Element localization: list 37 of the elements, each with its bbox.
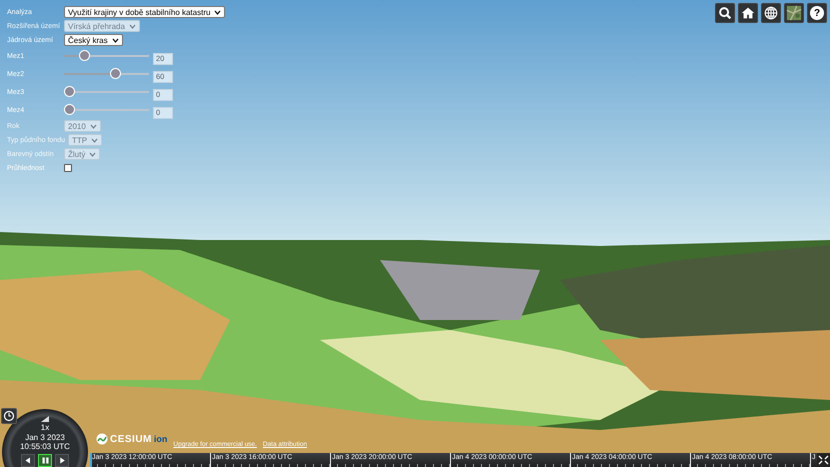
play-button[interactable] [55,454,69,466]
logo-text: ion [154,434,168,444]
pause-button[interactable] [38,454,52,466]
needle-icon[interactable] [41,416,49,422]
search-button[interactable] [715,3,735,23]
globe-icon [763,5,779,21]
slider-thumb[interactable] [110,68,121,79]
home-button[interactable] [738,3,758,23]
home-icon [740,5,756,21]
globe-button[interactable] [761,3,781,23]
rewind-icon [24,456,32,464]
satellite-map-button[interactable] [784,3,804,23]
help-button[interactable]: ? [807,3,827,23]
pause-icon [40,456,50,464]
search-icon [717,5,733,21]
play-icon [58,456,66,464]
time-label: 10:55:03 UTC [20,442,70,452]
caret-icon [112,38,119,42]
slider-thumb[interactable] [79,50,90,61]
caret-icon [91,138,98,142]
caret-icon [214,10,222,14]
cesium-logo-icon [96,433,108,445]
date-label: Jan 3 2023 [25,432,65,442]
satellite-map-icon [786,5,802,21]
rewind-button[interactable] [21,454,35,466]
slider-thumb[interactable] [64,104,75,115]
slider-thumb[interactable] [64,86,75,97]
checkbox[interactable] [64,164,72,172]
caret-icon [89,152,96,156]
caret-icon [128,24,136,28]
speed-label: 1x [40,423,50,432]
fullscreen-icon[interactable] [817,453,830,467]
clock-icon[interactable] [1,408,17,424]
dropdown[interactable]: Využití krajiny v době stabilního katastru [64,6,226,18]
dropdown[interactable]: Český kras [64,34,123,46]
caret-icon [90,124,97,128]
logo-text: CESIUM [110,434,152,444]
